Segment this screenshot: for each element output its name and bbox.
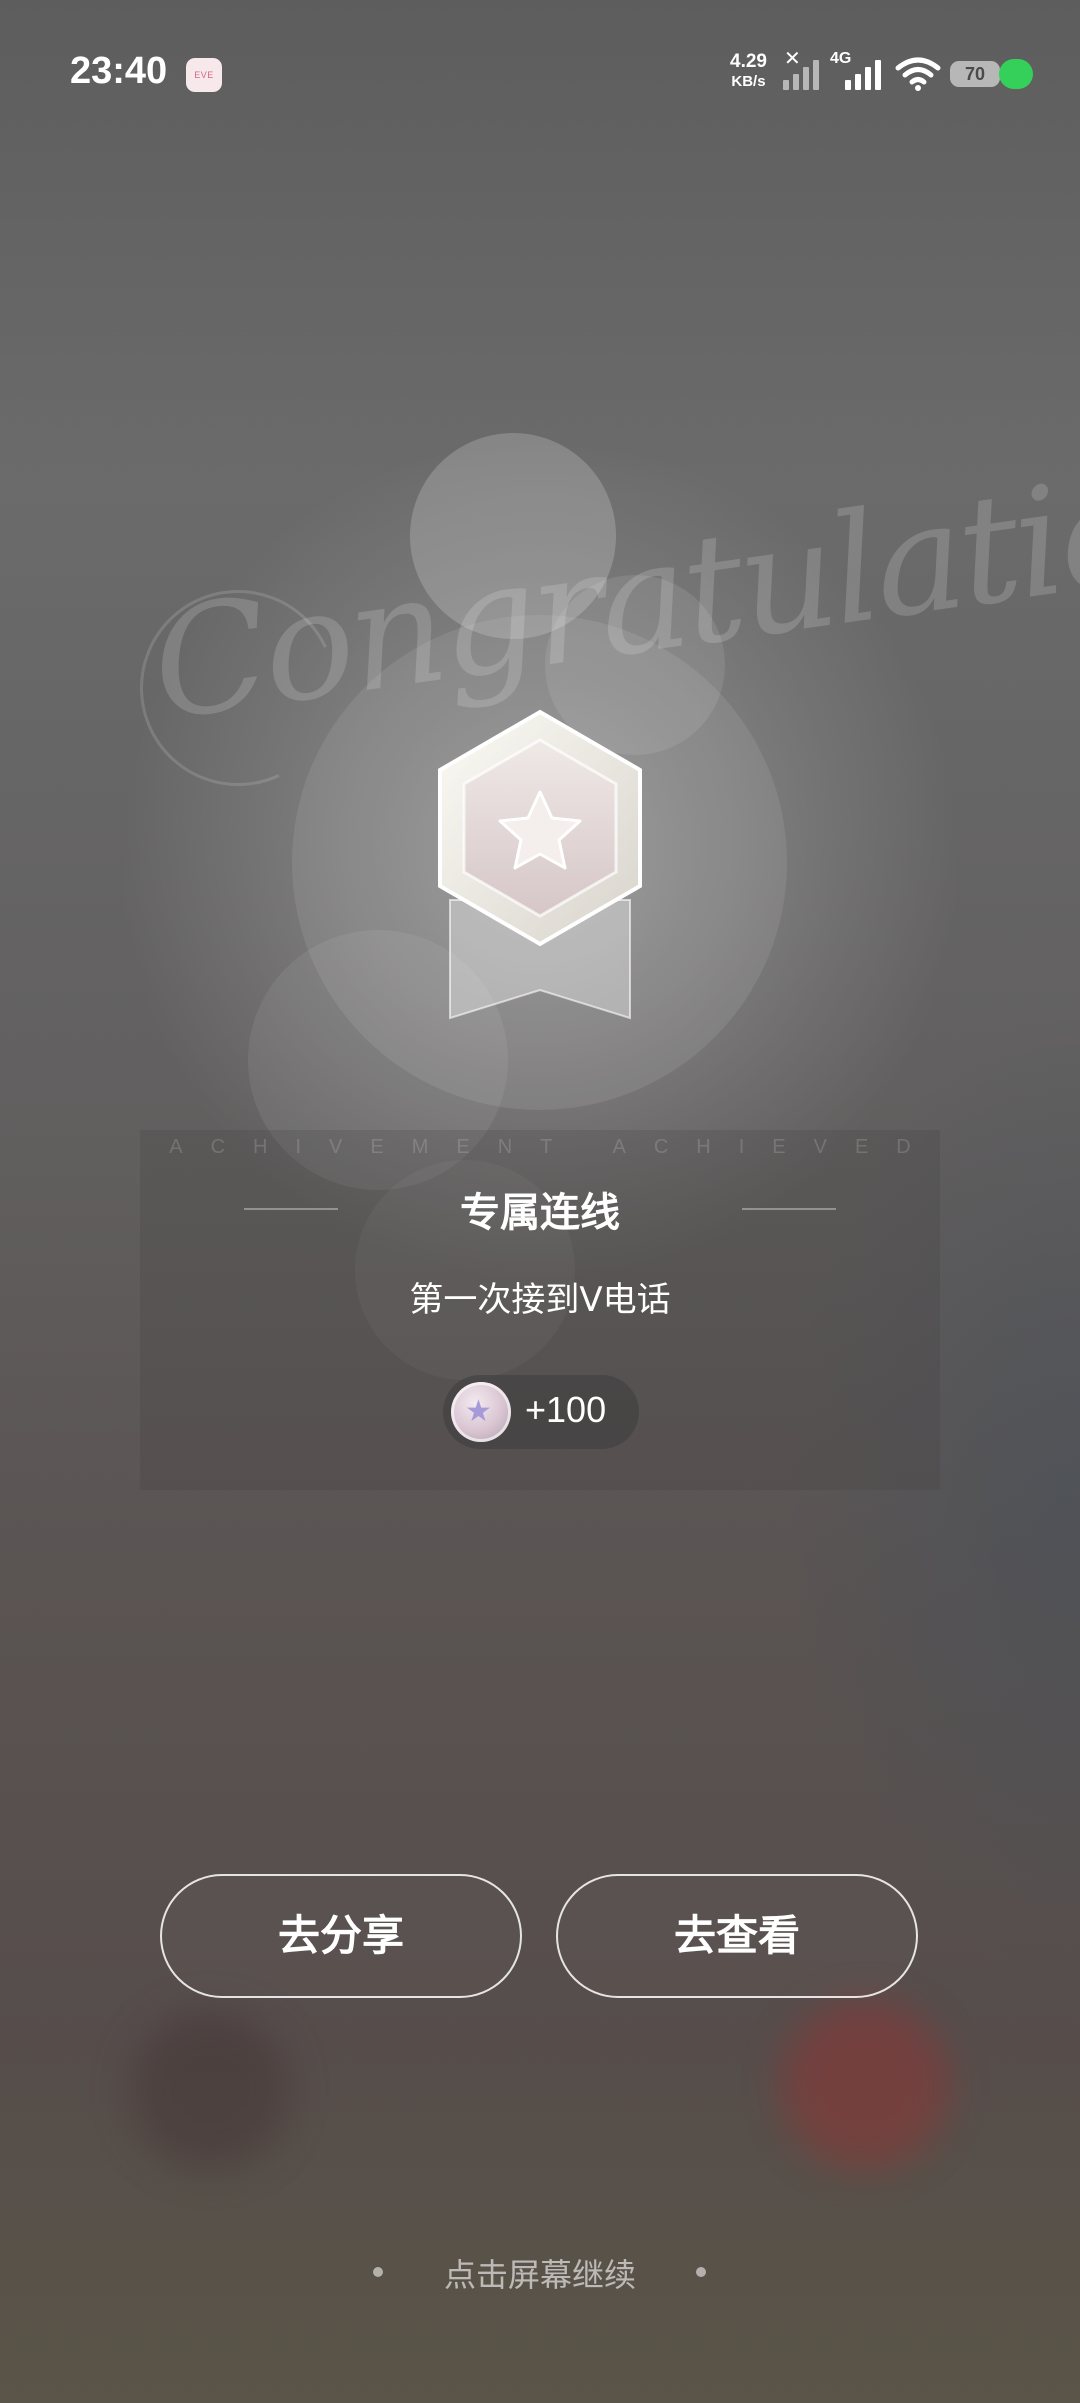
continue-dot-left: [373, 2267, 383, 2277]
network-speed-unit: KB/s: [731, 73, 766, 90]
star-coin-icon: ★: [451, 1382, 511, 1442]
reward-amount: +100: [525, 1389, 607, 1430]
network-speed: 4.29 KB/s: [730, 52, 767, 92]
tap-to-continue[interactable]: 点击屏幕继续: [0, 2250, 1080, 2294]
achievement-title: 专属连线: [460, 1190, 620, 1236]
app-notification-icon: EVE: [186, 58, 222, 92]
charging-indicator-icon: [999, 59, 1033, 89]
battery-icon: 70: [950, 61, 1000, 87]
script-decoration: [112, 562, 364, 814]
reward-pill: ★ +100: [443, 1375, 639, 1449]
share-button[interactable]: 去分享: [160, 1874, 522, 1998]
view-button[interactable]: 去查看: [556, 1874, 918, 1998]
bokeh-light: [410, 433, 616, 639]
status-time: 23:40: [70, 50, 168, 92]
achievement-description: 第一次接到V电话: [409, 1280, 671, 1320]
continue-dot-right: [696, 2267, 706, 2277]
star-medal-icon: [438, 709, 642, 1020]
wifi-icon: [895, 57, 941, 91]
blurred-mute-button: [130, 2010, 290, 2170]
network-speed-value: 4.29: [730, 51, 767, 72]
achievement-subtitle: ACHIVEMENT ACHIEVED: [169, 1136, 939, 1158]
blurred-end-call-button: [780, 2000, 950, 2170]
signal-icon: [783, 58, 823, 90]
signal-icon: [845, 58, 885, 90]
status-bar: 23:40 EVE 4.29 KB/s ✕ 4G 70: [0, 0, 1080, 150]
continue-text: 点击屏幕继续: [443, 2256, 636, 2294]
